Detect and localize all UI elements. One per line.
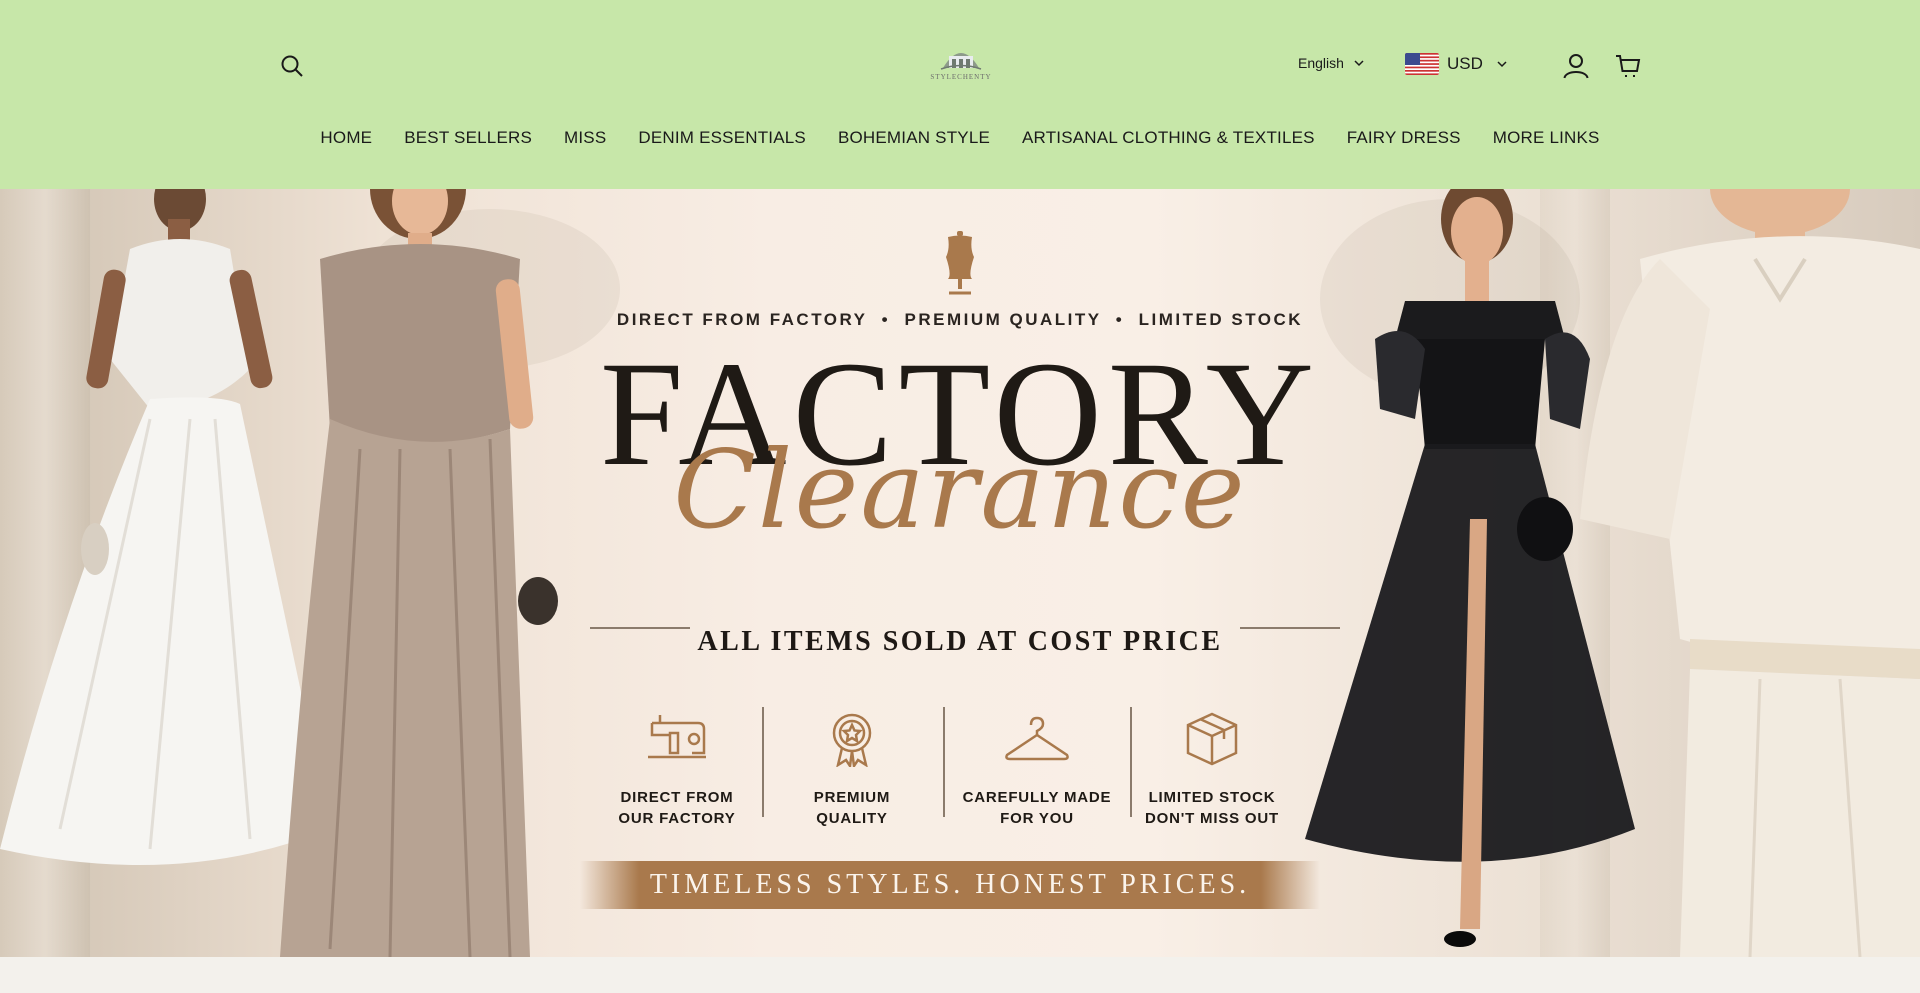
feature-line: PREMIUM	[813, 789, 891, 806]
feature-divider	[943, 707, 945, 817]
logo-text: STYLECHENTY	[930, 73, 992, 81]
language-label: English	[1298, 55, 1344, 71]
feature-line: CAREFULLY MADE	[962, 789, 1112, 806]
feature-item: LIMITED STOCK DON'T MISS OUT	[1137, 709, 1287, 829]
logo-mark-icon	[940, 53, 982, 70]
hero-banner-text: TIMELESS STYLES. HONEST PRICES.	[649, 869, 1251, 900]
feature-list: DIRECT FROM OUR FACTORY PREMIUM QUALITY …	[560, 709, 1360, 839]
nav-item-bohemian-style[interactable]: BOHEMIAN STYLE	[838, 128, 990, 148]
feature-line: FOR YOU	[1000, 810, 1074, 827]
search-icon[interactable]	[276, 50, 308, 82]
nav-item-miss[interactable]: MISS	[564, 128, 606, 148]
feature-line: QUALITY	[816, 810, 888, 827]
box-icon	[1137, 709, 1287, 769]
page-below-hero	[0, 957, 1920, 993]
hero-subtitle: ALL ITEMS SOLD AT COST PRICE	[697, 626, 1223, 657]
award-badge-icon	[777, 709, 927, 769]
chevron-down-icon	[1354, 59, 1364, 66]
nav-item-artisanal-clothing[interactable]: ARTISANAL CLOTHING & TEXTILES	[1022, 128, 1315, 148]
feature-item: DIRECT FROM OUR FACTORY	[602, 709, 752, 829]
account-icon[interactable]	[1560, 49, 1592, 83]
site-logo[interactable]: STYLECHENTY	[926, 40, 996, 86]
chevron-down-icon	[1497, 60, 1507, 67]
hanger-icon	[962, 709, 1112, 769]
language-selector[interactable]: English	[1298, 55, 1364, 71]
hero-script-title: Clearance	[673, 428, 1247, 553]
feature-line: OUR FACTORY	[618, 810, 736, 827]
feature-item: PREMIUM QUALITY	[777, 709, 927, 829]
hero-content: DIRECT FROM FACTORY • PREMIUM QUALITY • …	[560, 189, 1360, 957]
us-flag-icon	[1405, 53, 1439, 75]
hero-tagline: DIRECT FROM FACTORY • PREMIUM QUALITY • …	[616, 310, 1304, 329]
nav-item-more-links[interactable]: MORE LINKS	[1493, 128, 1600, 148]
currency-label: USD	[1447, 54, 1483, 73]
nav-item-best-sellers[interactable]: BEST SELLERS	[404, 128, 532, 148]
nav-item-fairy-dress[interactable]: FAIRY DRESS	[1347, 128, 1461, 148]
hero-banner[interactable]: DIRECT FROM FACTORY • PREMIUM QUALITY • …	[0, 189, 1920, 957]
feature-divider	[762, 707, 764, 817]
nav-item-denim-essentials[interactable]: DENIM ESSENTIALS	[638, 128, 806, 148]
main-nav: HOME BEST SELLERS MISS DENIM ESSENTIALS …	[0, 128, 1920, 148]
cart-icon[interactable]	[1612, 50, 1644, 82]
model-cream-outfit	[1560, 189, 1920, 957]
feature-line: DON'T MISS OUT	[1145, 810, 1279, 827]
currency-selector[interactable]: USD	[1405, 53, 1507, 75]
feature-line: DIRECT FROM	[620, 789, 734, 806]
dress-form-icon	[940, 231, 980, 300]
nav-item-home[interactable]: HOME	[320, 128, 372, 148]
feature-line: LIMITED STOCK	[1148, 789, 1276, 806]
sewing-machine-icon	[602, 709, 752, 769]
model-taupe-gown	[270, 189, 570, 957]
feature-divider	[1130, 707, 1132, 817]
site-header: STYLECHENTY English USD HOME BEST SELLER…	[0, 0, 1920, 189]
feature-item: CAREFULLY MADE FOR YOU	[962, 709, 1112, 829]
